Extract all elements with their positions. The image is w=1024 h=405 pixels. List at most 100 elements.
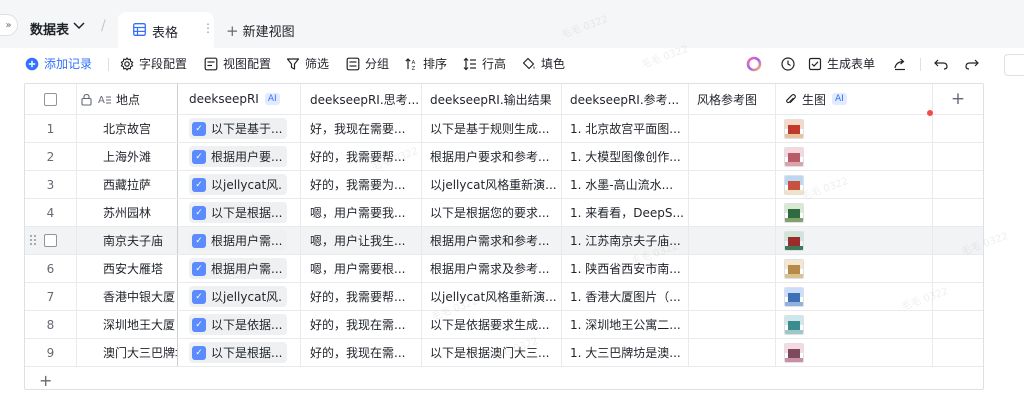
style-ref-cell[interactable]	[689, 199, 776, 226]
deekseep-cell[interactable]: ✓ 以下是基于...	[179, 115, 301, 142]
generated-image-cell[interactable]	[776, 171, 933, 198]
column-header-generated[interactable]: 生图 AI	[776, 84, 933, 114]
reference-cell[interactable]: 1. 北京故宫平面图...	[562, 115, 689, 142]
table-row[interactable]: 8 深圳地王大厦 ✓ 以下是依据... 好的，我现在需... 以下是依据要求生成... 1.…	[25, 311, 983, 339]
output-cell[interactable]: 以下是根据您的要求...	[422, 199, 562, 226]
ai-result-chip[interactable]: ✓ 以下是根据...	[189, 342, 287, 363]
think-cell[interactable]: 好的，我现在需...	[301, 311, 422, 338]
column-header-style-ref[interactable]: 风格参考图	[689, 84, 776, 114]
redo-icon[interactable]	[964, 56, 980, 72]
generated-image-cell[interactable]	[776, 283, 933, 310]
ai-result-chip[interactable]: ✓ 以下是依据...	[189, 314, 287, 335]
row-checkbox[interactable]	[44, 234, 57, 247]
deekseep-cell[interactable]: ✓ 以jellycat风...	[179, 171, 301, 198]
sort-button[interactable]: AZ 排序	[404, 55, 447, 72]
drag-handle-icon[interactable]	[29, 234, 37, 246]
place-cell[interactable]: 西藏拉萨	[77, 171, 178, 198]
place-cell[interactable]: 澳门大三巴牌坊	[77, 339, 178, 366]
generated-image-thumbnail[interactable]	[784, 202, 804, 223]
row-height-button[interactable]: 行高	[463, 55, 506, 72]
table-row[interactable]: 4 苏州园林 ✓ 以下是根据... 嗯，用户需要我... 以下是根据您的要求... 1. 来…	[25, 199, 983, 227]
fill-color-button[interactable]: 填色	[522, 55, 565, 72]
select-all-cell[interactable]	[25, 84, 77, 114]
output-cell[interactable]: 根据用户需求及参考...	[422, 255, 562, 282]
generated-image-cell[interactable]	[776, 339, 933, 366]
think-cell[interactable]: 好的，我需要为...	[301, 171, 422, 198]
reference-cell[interactable]: 1. 大三巴牌坊是澳...	[562, 339, 689, 366]
filter-button[interactable]: 筛选	[286, 55, 329, 72]
table-row[interactable]: 南京夫子庙+ ✓ 根据用户需... 嗯，用户让我生... 根据用户需求和参考... 1. …	[25, 227, 983, 255]
generated-image-thumbnail[interactable]	[784, 146, 804, 167]
deekseep-cell[interactable]: ✓ 根据用户需...	[179, 255, 301, 282]
reference-cell[interactable]: 1. 水墨-高山流水...	[562, 171, 689, 198]
table-row[interactable]: 1 北京故宫 ✓ 以下是基于... 好，我现在需要... 以下是基于规则生成... 1. 北…	[25, 115, 983, 143]
tab-grid-view[interactable]: 表格 ⋮	[118, 12, 214, 48]
column-header-place[interactable]: A 地点	[77, 84, 178, 114]
generate-form-button[interactable]: 生成表单	[808, 55, 875, 72]
think-cell[interactable]: 好的，我现在需...	[301, 339, 422, 366]
reference-cell[interactable]: 1. 江苏南京夫子庙...	[562, 227, 689, 254]
place-cell[interactable]: 深圳地王大厦	[77, 311, 178, 338]
ai-result-chip[interactable]: ✓ 根据用户要...	[189, 146, 287, 167]
think-cell[interactable]: 嗯，用户让我生...	[301, 227, 422, 254]
select-all-checkbox[interactable]	[44, 92, 57, 106]
place-cell[interactable]: 南京夫子庙+	[77, 227, 178, 254]
more-options-icon[interactable]: ⋮	[202, 21, 214, 35]
share-icon[interactable]	[892, 56, 908, 72]
think-cell[interactable]: 嗯，用户需要我...	[301, 199, 422, 226]
generated-image-thumbnail[interactable]	[784, 118, 804, 139]
column-header-output[interactable]: deekseepRI.输出结果	[422, 84, 562, 114]
table-row[interactable]: 6 西安大雁塔 ✓ 根据用户需... 嗯，用户需要根... 根据用户需求及参考... 1. …	[25, 255, 983, 283]
ai-result-chip[interactable]: ✓ 以jellycat风...	[189, 174, 287, 195]
field-config-button[interactable]: 字段配置	[120, 55, 187, 72]
group-button[interactable]: 分组	[346, 55, 389, 72]
think-cell[interactable]: 好，我现在需要...	[301, 115, 422, 142]
new-view-button[interactable]: + 新建视图	[226, 21, 295, 40]
deekseep-cell[interactable]: ✓ 根据用户需...	[179, 227, 301, 254]
style-ref-cell[interactable]	[689, 171, 776, 198]
output-cell[interactable]: 以下是根据澳门大三...	[422, 339, 562, 366]
generated-image-thumbnail[interactable]	[784, 342, 804, 363]
generated-image-thumbnail[interactable]	[784, 174, 804, 195]
style-ref-cell[interactable]	[689, 255, 776, 282]
generated-image-thumbnail[interactable]	[784, 314, 804, 335]
think-cell[interactable]: 嗯，用户需要根...	[301, 255, 422, 282]
ai-result-chip[interactable]: ✓ 以下是基于...	[189, 118, 287, 139]
add-column-button[interactable]: +	[933, 84, 983, 114]
ai-result-chip[interactable]: ✓ 根据用户需...	[189, 258, 287, 279]
deekseep-cell[interactable]: ✓ 以下是依据...	[179, 311, 301, 338]
side-panel-toggle[interactable]	[1004, 54, 1024, 76]
think-cell[interactable]: 好的，我需要帮...	[301, 143, 422, 170]
output-cell[interactable]: 以下是基于规则生成...	[422, 115, 562, 142]
style-ref-cell[interactable]	[689, 143, 776, 170]
deekseep-cell[interactable]: ✓ 根据用户要...	[179, 143, 301, 170]
add-row-button[interactable]: +	[39, 371, 52, 389]
generated-image-thumbnail[interactable]	[784, 258, 804, 279]
column-header-think[interactable]: deekseepRI.思考...	[301, 84, 422, 114]
ai-result-chip[interactable]: ✓ 根据用户需...	[189, 230, 287, 251]
history-icon[interactable]	[780, 56, 796, 72]
table-row[interactable]: 3 西藏拉萨 ✓ 以jellycat风... 好的，我需要为... 以jellycat风格…	[25, 171, 983, 199]
place-cell[interactable]: 北京故宫	[77, 115, 178, 142]
view-config-button[interactable]: 视图配置	[204, 55, 271, 72]
place-cell[interactable]: 香港中银大厦	[77, 283, 178, 310]
ai-assistant-icon[interactable]	[746, 56, 762, 72]
add-record-button[interactable]: 添加记录	[25, 55, 92, 72]
expand-sidebar-icon[interactable]: »	[0, 14, 18, 36]
reference-cell[interactable]: 1. 陕西省西安市南...	[562, 255, 689, 282]
output-cell[interactable]: 以jellycat风格重新演...	[422, 171, 562, 198]
generated-image-cell[interactable]	[776, 227, 933, 254]
output-cell[interactable]: 根据用户需求和参考...	[422, 227, 562, 254]
place-cell[interactable]: 苏州园林	[77, 199, 178, 226]
generated-image-cell[interactable]	[776, 115, 933, 142]
ai-result-chip[interactable]: ✓ 以jellycat风...	[189, 286, 287, 307]
deekseep-cell[interactable]: ✓ 以下是根据...	[179, 199, 301, 226]
generated-image-cell[interactable]	[776, 143, 933, 170]
table-name[interactable]: 数据表	[30, 19, 69, 38]
column-header-reference[interactable]: deekseepRI.参考...	[562, 84, 689, 114]
style-ref-cell[interactable]	[689, 339, 776, 366]
deekseep-cell[interactable]: ✓ 以下是根据...	[179, 339, 301, 366]
generated-image-cell[interactable]	[776, 311, 933, 338]
output-cell[interactable]: 以jellycat风格重新演...	[422, 283, 562, 310]
generated-image-thumbnail[interactable]	[784, 230, 804, 251]
